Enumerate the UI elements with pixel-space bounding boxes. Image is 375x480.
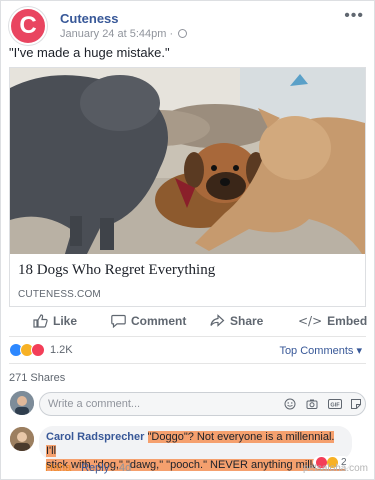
comment-sort-dropdown[interactable]: Top Comments ▾ (279, 344, 362, 357)
link-title[interactable]: 18 Dogs Who Regret Everything (18, 262, 215, 279)
gif-icon[interactable]: GIF (328, 398, 342, 410)
more-options-icon[interactable]: ••• (344, 7, 364, 25)
share-label: Share (230, 314, 264, 328)
current-user-avatar[interactable] (10, 391, 34, 415)
post-timestamp[interactable]: January 24 at 5:44pm (60, 28, 166, 40)
footer-separator: · (74, 462, 79, 474)
like-label: Like (53, 314, 78, 328)
footer-separator: · (112, 462, 116, 474)
link-preview-card[interactable]: 18 Dogs Who Regret Everything CUTENESS.C… (9, 67, 366, 307)
speech-bubble-icon (111, 314, 126, 328)
page-avatar[interactable]: C (9, 7, 47, 45)
comment-actions: Haha · Reply · 4d (45, 462, 131, 474)
love-reaction-icon (31, 343, 45, 357)
post-actions-bar: Like Comment Share </> Embed (1, 307, 374, 335)
comment-composer[interactable]: GIF (39, 392, 366, 416)
feed-post: C Cuteness January 24 at 5:44pm · ••• "I… (0, 0, 375, 480)
page-name-link[interactable]: Cuteness (60, 11, 119, 26)
meta-separator: · (169, 28, 174, 40)
page-logo-letter: C (19, 12, 37, 39)
divider (9, 336, 366, 337)
post-text: "I've made a huge mistake." (9, 45, 170, 60)
comment-bubble: Carol Radsprecher "Doggo"? Not everyone … (39, 426, 352, 471)
like-button[interactable]: Like (33, 314, 77, 328)
share-arrow-icon (210, 314, 225, 327)
post-header: C Cuteness January 24 at 5:44pm · ••• (9, 7, 366, 45)
comment-line-1: Carol Radsprecher "Doggo"? Not everyone … (46, 430, 345, 458)
link-domain: CUTENESS.COM (18, 289, 101, 300)
commenter-avatar[interactable] (10, 427, 34, 451)
commenter-name[interactable]: Carol Radsprecher (46, 431, 144, 443)
reaction-count[interactable]: 1.2K (50, 344, 73, 356)
comment-age[interactable]: 4d (119, 462, 131, 474)
comment-input[interactable] (48, 396, 278, 412)
commenter-photo (10, 427, 34, 451)
dog-photo (10, 68, 365, 254)
haha-reaction-link[interactable]: Haha (45, 462, 71, 474)
watermark: petsaloha.com (302, 463, 368, 474)
link-preview-image[interactable] (10, 68, 365, 254)
reaction-summary[interactable]: 1.2K (9, 342, 73, 358)
emoji-icon[interactable] (284, 398, 296, 410)
comment-button[interactable]: Comment (111, 314, 186, 328)
shares-count[interactable]: 271 Shares (9, 372, 65, 384)
code-brackets-icon: </> (298, 314, 323, 328)
user-photo (10, 391, 34, 415)
svg-text:GIF: GIF (330, 403, 340, 409)
comment-label: Comment (131, 314, 187, 328)
reaction-icons (9, 343, 45, 357)
camera-icon[interactable] (306, 398, 318, 410)
thumbs-up-icon (33, 314, 48, 328)
post-meta: January 24 at 5:44pm · (60, 28, 188, 40)
share-button[interactable]: Share (210, 314, 263, 328)
embed-button[interactable]: </> Embed (298, 314, 367, 328)
reply-link[interactable]: Reply (81, 462, 109, 474)
globe-icon (178, 29, 188, 38)
embed-label: Embed (327, 314, 368, 328)
divider (9, 363, 366, 364)
sticker-icon[interactable] (350, 398, 362, 410)
